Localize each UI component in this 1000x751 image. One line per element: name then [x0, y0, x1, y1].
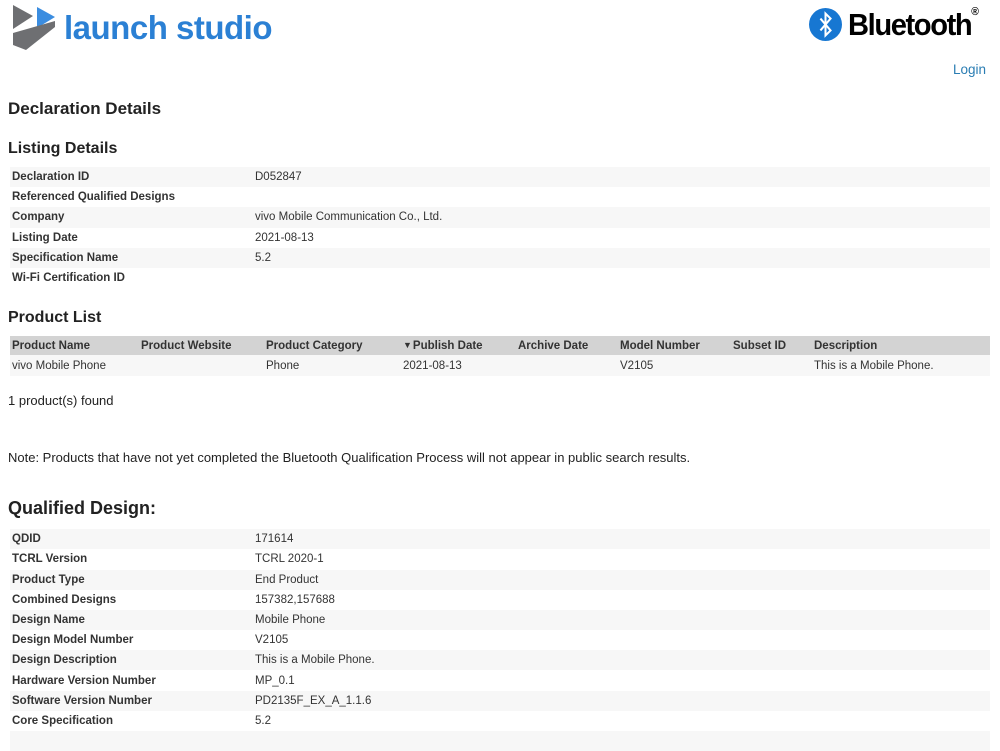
column-header-description[interactable]: Description: [814, 340, 990, 352]
table-row: Core Specification 5.2: [10, 711, 990, 731]
product-table-header: Product Name Product Website Product Cat…: [10, 336, 990, 356]
publish-date-cell: 2021-08-13: [403, 359, 462, 372]
column-header-publish-date[interactable]: ▼Publish Date: [403, 340, 518, 352]
table-row: Product Type End Product: [10, 569, 990, 590]
row-value: 2021-08-13: [255, 231, 314, 244]
product-count: 1 product(s) found: [8, 393, 114, 409]
row-label: Core Specification: [12, 714, 113, 727]
row-value: vivo Mobile Communication Co., Ltd.: [255, 211, 443, 224]
table-row: QDID 171614: [10, 529, 990, 550]
login-bar: Login: [0, 61, 1000, 79]
product-row: vivo Mobile Phone Phone 2021-08-13 V2105…: [10, 355, 990, 377]
row-value: Mobile Phone: [255, 613, 326, 626]
row-label: Wi-Fi Certification ID: [12, 272, 125, 285]
table-row: Software Version Number PD2135F_EX_A_1.1…: [10, 690, 990, 711]
column-header-product-website[interactable]: Product Website: [141, 340, 266, 352]
login-link[interactable]: Login: [953, 62, 986, 77]
launch-studio-logo-icon: [13, 5, 55, 50]
top-bar: launch studio Bluetooth®: [0, 0, 1000, 52]
registered-trademark-symbol: ®: [971, 6, 980, 18]
table-row: Hardware Version Number MP_0.1: [10, 670, 990, 690]
product-table: Product Name Product Website Product Cat…: [10, 336, 990, 377]
row-label: Combined Designs: [12, 593, 117, 606]
product-list-title: Product List: [8, 309, 102, 327]
column-header-archive-date[interactable]: Archive Date: [518, 340, 620, 352]
table-row: Referenced Qualified Designs: [10, 187, 990, 207]
table-row: Listing Date 2021-08-13: [10, 228, 990, 248]
table-row: TCRL Version TCRL 2020-1: [10, 549, 990, 569]
launch-studio-wordmark: launch studio: [64, 9, 273, 46]
row-label: Design Name: [12, 613, 85, 626]
table-row: Wi-Fi Certification ID: [10, 268, 990, 288]
row-label: Design Model Number: [12, 634, 134, 647]
clipped-next-row: [10, 731, 990, 751]
row-value: 5.2: [255, 251, 271, 264]
row-value: 5.2: [255, 714, 271, 727]
row-value: V2105: [255, 634, 289, 647]
page-title: Declaration Details: [8, 99, 162, 118]
description-cell: This is a Mobile Phone.: [814, 359, 934, 372]
table-row: Declaration ID D052847: [10, 167, 990, 188]
row-label: Design Description: [12, 654, 117, 667]
row-value: 171614: [255, 533, 294, 546]
table-row: Design Model Number V2105: [10, 630, 990, 650]
product-category-cell: Phone: [266, 359, 300, 372]
column-header-model-number[interactable]: Model Number: [620, 340, 733, 352]
qualified-design-table: QDID 171614 TCRL Version TCRL 2020-1 Pro…: [10, 529, 990, 731]
column-header-subset-id[interactable]: Subset ID: [733, 340, 814, 352]
column-header-product-category[interactable]: Product Category: [266, 340, 403, 352]
model-number-cell: V2105: [620, 359, 654, 372]
row-value: PD2135F_EX_A_1.1.6: [255, 694, 372, 707]
row-label: TCRL Version: [12, 553, 88, 566]
bluetooth-logo-icon: [809, 8, 843, 41]
row-value: This is a Mobile Phone.: [255, 654, 375, 667]
row-label: Company: [12, 211, 65, 224]
row-label: QDID: [12, 533, 41, 546]
row-label: Referenced Qualified Designs: [12, 191, 175, 204]
qualification-note: Note: Products that have not yet complet…: [8, 450, 691, 466]
launch-studio-logo[interactable]: launch studio: [10, 4, 273, 52]
row-value: TCRL 2020-1: [255, 553, 324, 566]
table-row: Combined Designs 157382,157688: [10, 590, 990, 610]
row-label: Product Type: [12, 573, 85, 586]
table-row: Design Name Mobile Phone: [10, 609, 990, 631]
row-value: End Product: [255, 573, 319, 586]
column-header-product-name[interactable]: Product Name: [10, 340, 141, 352]
row-label: Specification Name: [12, 251, 119, 264]
listing-details-table: Declaration ID D052847 Referenced Qualif…: [10, 167, 990, 288]
table-row: Company vivo Mobile Communication Co., L…: [10, 207, 990, 228]
row-label: Software Version Number: [12, 694, 152, 707]
listing-details-title: Listing Details: [8, 140, 118, 157]
sort-desc-icon: ▼: [403, 339, 412, 350]
row-value: 157382,157688: [255, 593, 335, 606]
qualified-design-title: Qualified Design:: [8, 498, 157, 519]
row-label: Listing Date: [12, 231, 78, 244]
bluetooth-wordmark: Bluetooth®: [848, 6, 980, 43]
row-label: Hardware Version Number: [12, 674, 156, 687]
row-value: MP_0.1: [255, 674, 295, 687]
table-row: Specification Name 5.2: [10, 247, 990, 268]
row-value: D052847: [255, 171, 302, 184]
row-label: Declaration ID: [12, 171, 90, 184]
table-row: Design Description This is a Mobile Phon…: [10, 650, 990, 671]
product-name-cell: vivo Mobile Phone: [12, 359, 106, 372]
bluetooth-brand[interactable]: Bluetooth®: [809, 4, 986, 43]
